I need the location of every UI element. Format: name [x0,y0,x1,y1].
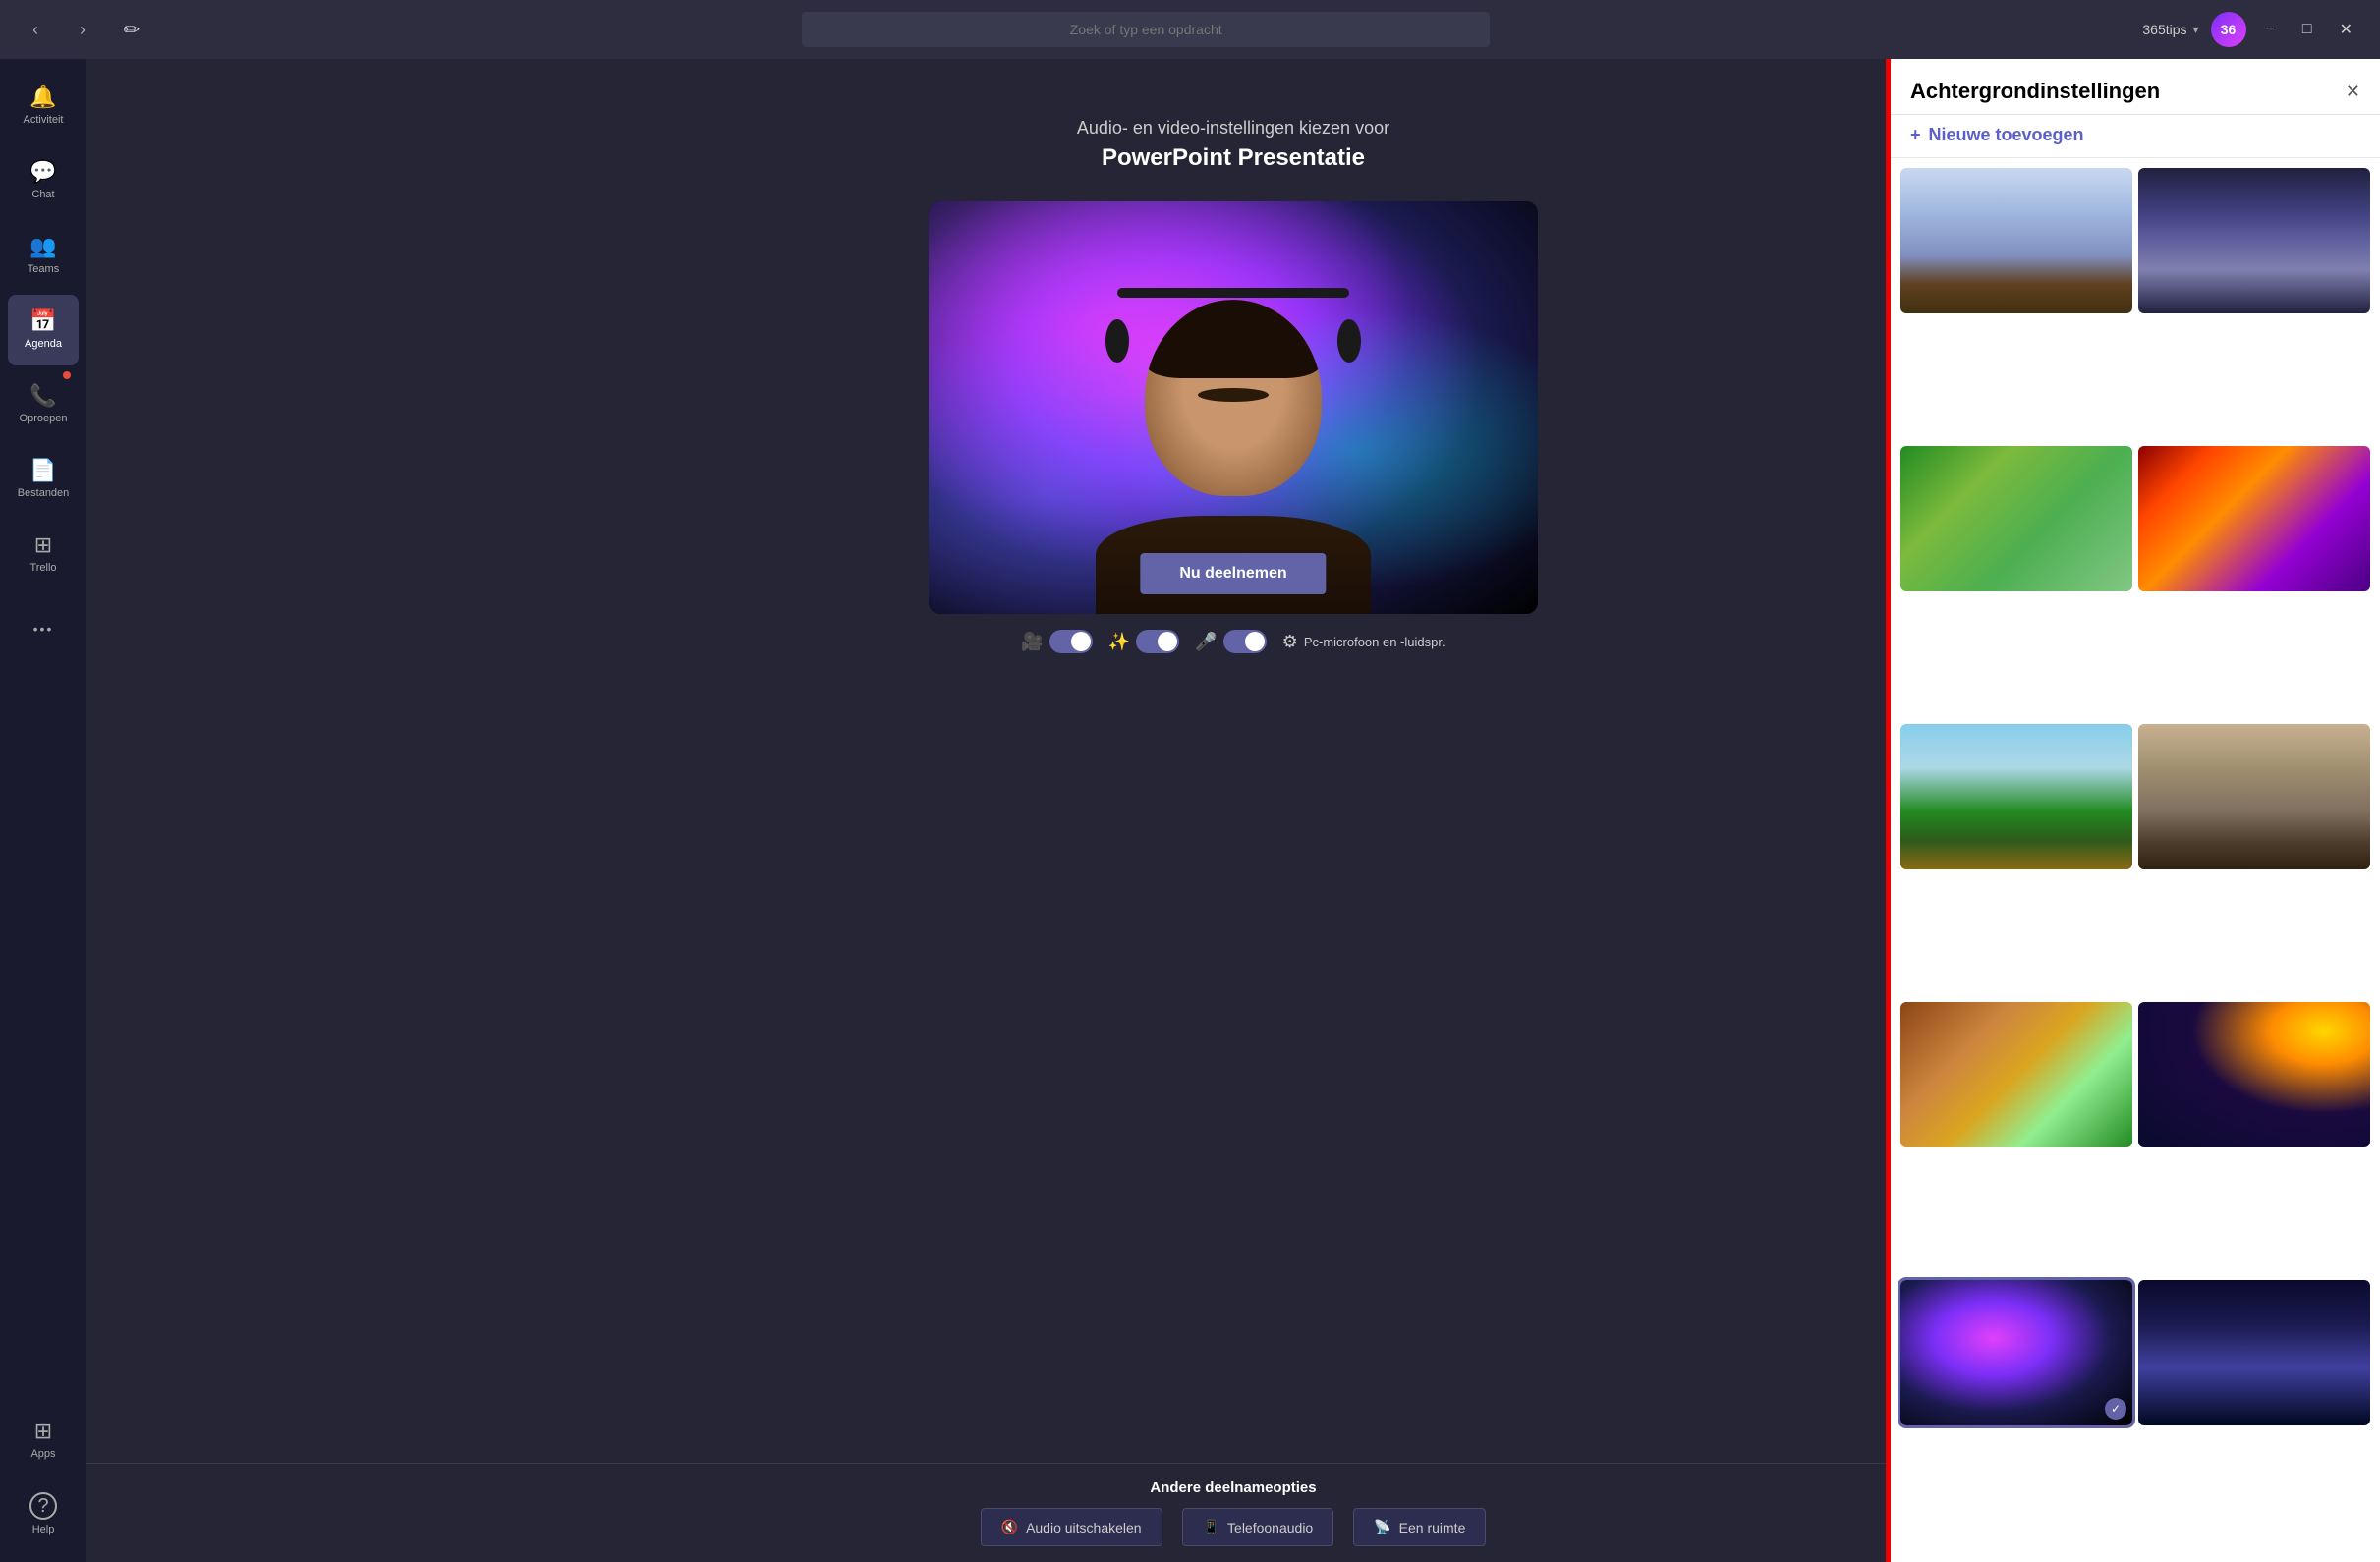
join-button[interactable]: Nu deelnemen [1140,553,1326,594]
sidebar-item-label: Help [32,1524,55,1536]
bg-thumb-space-planet[interactable] [2138,1002,2370,1147]
bg-panel-add-button[interactable]: + Nieuwe toevoegen [1891,115,2380,158]
content-area: Audio- en video-instellingen kiezen voor… [86,59,2380,1562]
avatar: 36 [2211,12,2246,47]
telefoonaudio-button[interactable]: 📱 Telefoonaudio [1182,1508,1334,1546]
sidebar-item-label: Chat [31,189,54,201]
sidebar-item-label: Bestanden [18,487,70,500]
sidebar-item-chat[interactable]: 💬 Chat [8,145,79,216]
sidebar-item-apps[interactable]: ⊞ Apps [8,1405,79,1476]
sidebar-item-label: Activiteit [24,114,64,127]
audio-uitschakelen-button[interactable]: 🔇 Audio uitschakelen [981,1508,1162,1546]
sidebar-item-label: Agenda [25,338,62,351]
meeting-title: PowerPoint Presentatie [1077,144,1389,172]
sidebar-item-oproepen[interactable]: 📞 Oproepen [8,369,79,440]
nav-back-button[interactable]: ‹ [20,14,51,45]
audio-device-label: Pc-microfoon en -luidspr. [1304,635,1445,649]
bg-thumb-fantasy-gate[interactable] [1900,1002,2132,1147]
mic-control: 🎤 [1195,630,1266,653]
bell-icon: 🔔 [29,84,56,110]
bg-thumb-minecraft-colorful[interactable] [2138,446,2370,591]
apps-icon: ⊞ [34,1419,52,1444]
phone-icon: 📞 [29,383,56,409]
calendar-icon: 📅 [29,308,56,334]
titlebar-left: ‹ › ✏ [20,12,149,47]
sidebar-item-agenda[interactable]: 📅 Agenda [8,295,79,365]
main-layout: 🔔 Activiteit 💬 Chat 👥 Teams 📅 Agenda 📞 O… [0,59,2380,1562]
plus-icon: + [1910,125,1921,145]
user-badge: 365tips ▾ [2142,22,2198,37]
effects-control: ✨ [1108,630,1179,653]
video-background [929,201,1538,614]
meeting-title-area: Audio- en video-instellingen kiezen voor… [1077,118,1389,172]
bg-thumb-mountains[interactable] [1900,724,2132,869]
mute-icon: 🔇 [1001,1519,1018,1535]
een-ruimte-label: Een ruimte [1399,1520,1466,1535]
search-input[interactable] [802,12,1490,47]
sidebar: 🔔 Activiteit 💬 Chat 👥 Teams 📅 Agenda 📞 O… [0,59,86,1562]
sidebar-item-oproepen-wrapper: 📞 Oproepen [8,369,79,440]
bg-panel-title: Achtergrondinstellingen [1910,79,2160,104]
chat-icon: 💬 [29,159,56,185]
teams-icon: 👥 [29,234,56,259]
maximize-button[interactable]: □ [2295,21,2320,38]
nav-forward-button[interactable]: › [67,14,98,45]
bg-thumb-fantasy-night[interactable] [2138,1280,2370,1425]
sidebar-item-label: Apps [30,1448,55,1461]
effects-icon: ✨ [1108,632,1130,652]
minimize-button[interactable]: − [2258,21,2283,38]
meeting-subtitle: Audio- en video-instellingen kiezen voor [1077,118,1389,139]
een-ruimte-button[interactable]: 📡 Een ruimte [1353,1508,1486,1546]
sidebar-item-more[interactable]: ••• [8,593,79,664]
bg-thumb-galaxy[interactable]: ✓ [1900,1280,2132,1425]
video-toggle[interactable] [1049,630,1093,653]
more-icon: ••• [33,621,54,637]
room-icon: 📡 [1374,1519,1390,1535]
close-button[interactable]: ✕ [2332,20,2360,39]
bg-thumb-ruins[interactable] [2138,724,2370,869]
bg-panel-header: Achtergrondinstellingen ✕ [1891,59,2380,115]
controls-bar: 🎥 ✨ 🎤 ⚙ Pc-microfoon en -luidspr. [1021,614,1445,669]
compose-button[interactable]: ✏ [114,12,149,47]
phone-audio-icon: 📱 [1203,1519,1219,1535]
sidebar-item-label: Oproepen [20,413,68,425]
notification-dot [63,371,71,379]
video-preview: Nu deelnemen [929,201,1538,614]
titlebar: ‹ › ✏ 365tips ▾ 36 − □ ✕ [0,0,2380,59]
telefoonaudio-label: Telefoonaudio [1227,1520,1313,1535]
mic-toggle[interactable] [1223,630,1267,653]
video-camera-icon: 🎥 [1021,632,1043,652]
chevron-down-icon: ▾ [2193,23,2199,36]
sidebar-item-trello[interactable]: ⊞ Trello [8,519,79,589]
files-icon: 📄 [29,458,56,483]
trello-icon: ⊞ [34,532,52,558]
sidebar-item-bestanden[interactable]: 📄 Bestanden [8,444,79,515]
bg-thumb-corridor[interactable] [2138,168,2370,313]
sidebar-item-activiteit[interactable]: 🔔 Activiteit [8,71,79,141]
bg-panel: Achtergrondinstellingen ✕ + Nieuwe toevo… [1889,59,2380,1562]
bg-thumbnails-grid: ✓ [1891,158,2380,1562]
selected-check: ✓ [2105,1398,2126,1420]
bg-thumb-classroom[interactable] [1900,168,2132,313]
sidebar-item-label: Trello [29,562,56,575]
effects-toggle[interactable] [1136,630,1179,653]
audio-device-control: ⚙ Pc-microfoon en -luidspr. [1282,632,1445,652]
video-control: 🎥 [1021,630,1092,653]
add-label: Nieuwe toevoegen [1929,125,2084,145]
bg-panel-close-button[interactable]: ✕ [2346,82,2360,102]
sidebar-item-label: Teams [28,263,59,276]
sidebar-item-help[interactable]: ? Help [8,1479,79,1550]
user-name-label: 365tips [2142,22,2186,37]
help-icon: ? [29,1492,57,1520]
bg-thumb-minecraft-green[interactable] [1900,446,2132,591]
titlebar-right: 365tips ▾ 36 − □ ✕ [2142,12,2360,47]
microphone-icon: 🎤 [1195,632,1217,652]
audio-uitschakelen-label: Audio uitschakelen [1026,1520,1142,1535]
gear-icon: ⚙ [1282,632,1298,652]
sidebar-item-teams[interactable]: 👥 Teams [8,220,79,291]
